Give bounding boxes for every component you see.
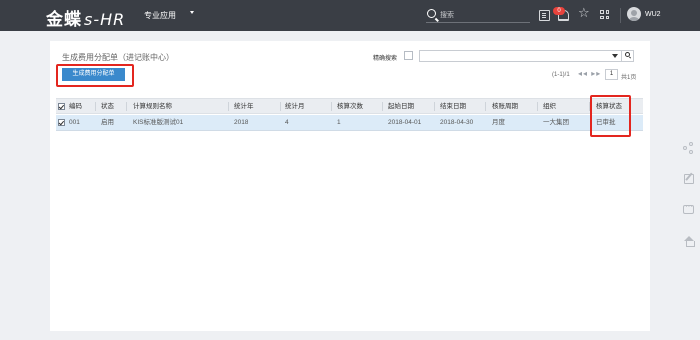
topbar-divider	[620, 8, 621, 23]
precise-search-checkbox[interactable]	[404, 51, 413, 60]
star-icon[interactable]: ☆	[578, 6, 590, 19]
product-name: s-HR	[84, 10, 126, 29]
caret-down-icon[interactable]	[612, 54, 618, 58]
share-icon[interactable]	[683, 142, 695, 154]
notification-badge: 0	[553, 7, 565, 15]
edit-icon[interactable]	[684, 174, 694, 184]
home-icon[interactable]	[683, 236, 695, 248]
top-bar: 金蝶s-HR 专业应用 0 ☆ WU2	[0, 0, 700, 31]
menu-professional-apps[interactable]: 专业应用	[144, 10, 176, 21]
cell-count: 1	[337, 119, 341, 126]
column-header[interactable]: 核算次数	[337, 99, 363, 114]
chat-icon[interactable]	[683, 202, 694, 214]
column-header[interactable]: 统计月	[285, 99, 305, 114]
page-total: 共1页	[621, 75, 637, 81]
page-number-input[interactable]: 1	[605, 69, 618, 80]
row-checkbox[interactable]	[58, 119, 65, 126]
cell-month: 4	[285, 119, 289, 126]
cell-status: 启用	[101, 119, 114, 126]
table-header-row: 编码 状态 计算规则名称 统计年 统计月 核算次数 起始日期 结束日期 核账周期…	[56, 98, 643, 114]
search-icon[interactable]	[625, 52, 630, 57]
search-icon[interactable]	[427, 9, 436, 18]
column-header[interactable]: 统计年	[234, 99, 254, 114]
username[interactable]: WU2	[645, 11, 661, 18]
column-header[interactable]: 结束日期	[440, 99, 466, 114]
highlight-box-button	[56, 64, 134, 87]
cell-year: 2018	[234, 119, 249, 126]
search-input[interactable]	[440, 9, 528, 21]
chevron-down-icon[interactable]	[190, 11, 194, 14]
filter-select[interactable]	[419, 50, 634, 62]
brand-name: 金蝶	[46, 10, 82, 29]
grid-icon[interactable]	[600, 10, 610, 20]
cell-code: 001	[69, 119, 80, 126]
main-panel: 生成费用分配单（进记账中心） 精确搜索 生成费用分配单 (1-1)/1 ◂◂ ▸…	[50, 41, 650, 331]
pager-count: (1-1)/1	[552, 72, 570, 78]
highlight-box-status	[590, 95, 631, 137]
avatar[interactable]	[627, 7, 641, 21]
cell-org: 一大集团	[543, 119, 569, 126]
global-search[interactable]	[426, 8, 530, 23]
column-header[interactable]: 起始日期	[388, 99, 414, 114]
document-icon[interactable]	[539, 10, 550, 21]
cell-rule-name: KIS标准版测试01	[133, 119, 184, 126]
cell-end-date: 2018-04-30	[440, 119, 474, 126]
column-header[interactable]: 状态	[101, 99, 114, 114]
column-header[interactable]: 编码	[69, 99, 82, 114]
column-header[interactable]: 组织	[543, 99, 556, 114]
table-row[interactable]: 001 启用 KIS标准版测试01 2018 4 1 2018-04-01 20…	[56, 115, 643, 131]
page-title: 生成费用分配单（进记账中心）	[62, 53, 174, 62]
cell-start-date: 2018-04-01	[388, 119, 422, 126]
brand-logo[interactable]: 金蝶 s-HR	[46, 5, 125, 30]
cell-period: 月度	[492, 119, 505, 126]
column-header[interactable]: 核账周期	[492, 99, 518, 114]
column-header[interactable]: 计算规则名称	[133, 99, 172, 114]
pager-arrows[interactable]: ◂◂ ▸▸	[578, 69, 601, 78]
select-all-checkbox[interactable]	[58, 103, 65, 110]
filter-divider	[621, 51, 622, 61]
precise-search-label: 精确搜索	[373, 56, 398, 62]
